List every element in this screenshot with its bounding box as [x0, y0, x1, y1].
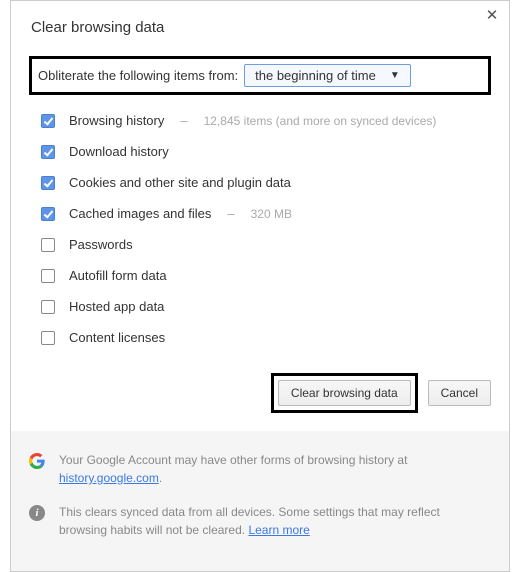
google-icon — [29, 453, 45, 469]
cancel-button[interactable]: Cancel — [428, 380, 491, 406]
list-item: Cached images and files – 320 MB — [41, 198, 489, 229]
list-item: Download history — [41, 136, 489, 167]
item-label: Cookies and other site and plugin data — [69, 175, 291, 190]
button-row: Clear browsing data Cancel — [11, 359, 509, 431]
chevron-down-icon: ▼ — [390, 70, 400, 81]
time-range-selected: the beginning of time — [255, 68, 376, 83]
primary-button-highlight: Clear browsing data — [271, 373, 418, 413]
clear-data-button[interactable]: Clear browsing data — [278, 380, 411, 406]
checkbox-browsing-history[interactable] — [41, 114, 55, 128]
item-label: Download history — [69, 144, 169, 159]
obliterate-label: Obliterate the following items from: — [38, 68, 238, 83]
item-label: Hosted app data — [69, 299, 164, 314]
data-type-list: Browsing history – 12,845 items (and mor… — [11, 95, 509, 359]
history-google-link[interactable]: history.google.com — [59, 471, 159, 485]
list-item: Browsing history – 12,845 items (and mor… — [41, 105, 489, 136]
footer-sync-text: This clears synced data from all devices… — [59, 503, 491, 539]
time-range-row: Obliterate the following items from: the… — [29, 56, 491, 95]
item-label: Autofill form data — [69, 268, 167, 283]
checkbox-hosted-app[interactable] — [41, 300, 55, 314]
checkbox-cookies[interactable] — [41, 176, 55, 190]
footer-google-text: Your Google Account may have other forms… — [59, 451, 491, 487]
checkbox-autofill[interactable] — [41, 269, 55, 283]
list-item: Autofill form data — [41, 260, 489, 291]
info-icon: i — [29, 505, 45, 521]
dialog-footer: Your Google Account may have other forms… — [11, 431, 509, 571]
clear-browsing-data-dialog: ✕ Clear browsing data Obliterate the fol… — [10, 0, 510, 572]
list-item: Passwords — [41, 229, 489, 260]
list-item: Content licenses — [41, 322, 489, 353]
item-label: Browsing history — [69, 113, 164, 128]
dialog-title: Clear browsing data — [31, 19, 489, 36]
checkbox-download-history[interactable] — [41, 145, 55, 159]
item-label: Passwords — [69, 237, 133, 252]
item-meta: 320 MB — [251, 207, 292, 221]
checkbox-cached-files[interactable] — [41, 207, 55, 221]
checkbox-content-licenses[interactable] — [41, 331, 55, 345]
item-label: Cached images and files — [69, 206, 211, 221]
item-label: Content licenses — [69, 330, 165, 345]
item-meta: 12,845 items (and more on synced devices… — [204, 114, 437, 128]
list-item: Cookies and other site and plugin data — [41, 167, 489, 198]
checkbox-passwords[interactable] — [41, 238, 55, 252]
close-icon[interactable]: ✕ — [483, 7, 501, 25]
learn-more-link[interactable]: Learn more — [248, 523, 309, 537]
list-item: Hosted app data — [41, 291, 489, 322]
time-range-dropdown[interactable]: the beginning of time ▼ — [244, 64, 411, 87]
